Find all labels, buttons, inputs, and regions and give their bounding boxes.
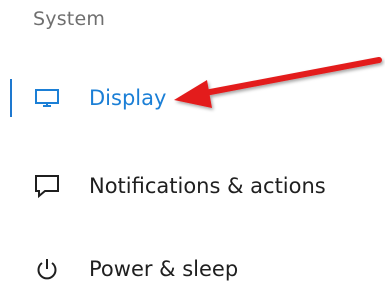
sidebar-item-display-label: Display xyxy=(89,86,167,110)
sidebar-item-notifications-label: Notifications & actions xyxy=(89,174,326,198)
power-icon xyxy=(31,255,63,283)
sidebar-item-display[interactable]: Display xyxy=(0,76,385,120)
settings-sidebar: System Display Notifications & actions P… xyxy=(0,0,385,286)
sidebar-item-power-sleep-label: Power & sleep xyxy=(89,257,239,281)
sidebar-item-power-sleep[interactable]: Power & sleep xyxy=(0,247,385,286)
sidebar-item-notifications[interactable]: Notifications & actions xyxy=(0,164,385,208)
monitor-icon xyxy=(31,84,63,112)
section-header-system: System xyxy=(33,8,106,30)
red-annotation-arrow xyxy=(174,57,382,108)
selection-indicator xyxy=(10,79,12,117)
notification-speech-bubble-icon xyxy=(31,172,63,200)
